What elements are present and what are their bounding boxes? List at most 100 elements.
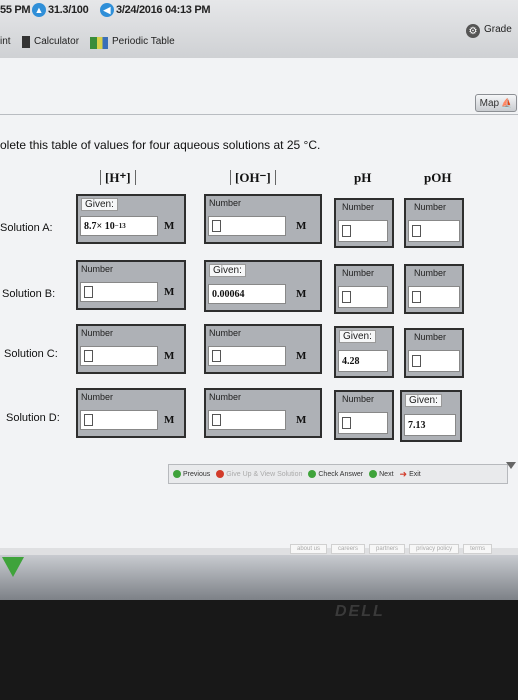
footer-links: about us careers partners privacy policy… — [290, 544, 493, 554]
periodic-table-icon — [90, 37, 108, 49]
given-value-d-poh: 7.13 — [404, 414, 456, 436]
row-label-d: Solution D: — [6, 412, 60, 424]
cell-b-poh: Number — [404, 264, 464, 314]
unit-m: M — [164, 414, 175, 426]
footer-careers[interactable]: careers — [331, 544, 366, 554]
calculator-link[interactable]: Calculator — [34, 36, 79, 47]
number-tag: Number — [414, 332, 447, 342]
input-d-oh[interactable] — [208, 410, 286, 430]
score-text: 31.3/100 — [48, 4, 89, 16]
unit-m: M — [296, 414, 307, 426]
browser-topbar: 55 PM ▲ 31.3/100 ◀ 3/24/2016 04:13 PM in… — [0, 0, 518, 59]
next-button[interactable]: Next — [369, 470, 394, 478]
navigation-bar: Previous Give Up & View Solution Check A… — [168, 464, 508, 484]
number-tag: Number — [342, 268, 375, 278]
footer-about-us[interactable]: about us — [290, 544, 328, 554]
footer-partners[interactable]: partners — [369, 544, 406, 554]
input-a-ph[interactable] — [338, 220, 388, 242]
unit-m: M — [164, 220, 175, 232]
cell-b-oh: Given: 0.00064 M — [204, 260, 322, 312]
input-b-poh[interactable] — [408, 286, 460, 308]
unit-m: M — [164, 350, 175, 362]
print-link[interactable]: int — [0, 36, 11, 47]
check-answer-button[interactable]: Check Answer — [308, 470, 363, 478]
cell-a-oh: Number M — [204, 194, 322, 244]
map-label: Map — [479, 97, 500, 109]
cell-b-h: Number M — [76, 260, 186, 310]
previous-button[interactable]: Previous — [173, 470, 210, 478]
input-c-poh[interactable] — [408, 350, 460, 372]
number-tag: Number — [414, 268, 447, 278]
cell-c-poh: Number — [404, 328, 464, 378]
input-a-oh[interactable] — [208, 216, 286, 236]
number-tag: Number — [342, 202, 375, 212]
given-tag: Given: — [81, 198, 118, 211]
next-icon — [369, 470, 378, 478]
number-tag: Number — [209, 392, 242, 402]
clock-time: 55 PM — [0, 4, 31, 16]
number-tag: Number — [81, 392, 114, 402]
score-icon: ▲ — [32, 3, 46, 17]
bottom-strip — [0, 555, 518, 600]
grade-link[interactable]: Grade — [484, 24, 512, 35]
number-tag: Number — [209, 328, 242, 338]
due-date-text: 3/24/2016 04:13 PM — [116, 4, 211, 16]
divider — [0, 114, 518, 115]
given-tag: Given: — [209, 264, 246, 277]
unit-m: M — [296, 350, 307, 362]
given-value-c-ph: 4.28 — [338, 350, 388, 372]
row-label-b: Solution B: — [2, 288, 56, 300]
unit-m: M — [296, 288, 307, 300]
exit-icon: ➜ — [399, 468, 408, 479]
input-a-poh[interactable] — [408, 220, 460, 242]
give-up-icon — [216, 470, 225, 478]
cell-d-h: Number M — [76, 388, 186, 438]
cell-a-h: Given: 8.7× 10 −13 M — [76, 194, 186, 244]
input-c-oh[interactable] — [208, 346, 286, 366]
input-d-ph[interactable] — [338, 412, 388, 434]
row-label-a: Solution A: — [0, 222, 53, 234]
scroll-down-arrow[interactable] — [506, 462, 516, 469]
given-value-b-oh: 0.00064 — [208, 284, 286, 304]
map-button[interactable]: Map ⛵ — [475, 94, 517, 112]
cell-c-ph: Given: 4.28 — [334, 326, 394, 378]
periodic-table-link[interactable]: Periodic Table — [112, 36, 175, 47]
cell-a-poh: Number — [404, 198, 464, 248]
cell-d-oh: Number M — [204, 388, 322, 438]
unit-m: M — [296, 220, 307, 232]
question-text: olete this table of values for four aque… — [0, 138, 321, 152]
input-d-h[interactable] — [80, 410, 158, 430]
number-tag: Number — [414, 202, 447, 212]
exit-button[interactable]: ➜ Exit — [400, 469, 421, 480]
previous-icon — [173, 470, 181, 478]
grade-icon: ⚙ — [466, 24, 480, 38]
footer-terms[interactable]: terms — [463, 544, 493, 554]
map-icon: ⛵ — [501, 97, 513, 108]
screen: 55 PM ▲ 31.3/100 ◀ 3/24/2016 04:13 PM in… — [0, 0, 518, 600]
number-tag: Number — [81, 328, 114, 338]
given-value-a-h: 8.7× 10 −13 — [80, 216, 158, 236]
number-tag: Number — [209, 198, 242, 208]
input-b-ph[interactable] — [338, 286, 388, 308]
number-tag: Number — [342, 394, 375, 404]
cell-c-h: Number M — [76, 324, 186, 374]
cell-d-ph: Number — [334, 390, 394, 440]
row-label-c: Solution C: — [4, 348, 58, 360]
footer-privacy-policy[interactable]: privacy policy — [409, 544, 460, 554]
given-tag: Given: — [405, 394, 442, 407]
monitor-brand-logo: DELL — [335, 603, 385, 620]
green-triangle-icon — [2, 557, 24, 577]
cell-b-ph: Number — [334, 264, 394, 314]
cell-a-ph: Number — [334, 198, 394, 248]
input-b-h[interactable] — [80, 282, 158, 302]
given-tag: Given: — [339, 330, 376, 343]
number-tag: Number — [81, 264, 114, 274]
col-header-poh: pOH — [424, 170, 452, 185]
cell-d-poh: Given: 7.13 — [400, 390, 462, 442]
input-c-h[interactable] — [80, 346, 158, 366]
check-icon — [308, 470, 317, 478]
col-header-h: [H⁺] — [100, 170, 136, 186]
give-up-button[interactable]: Give Up & View Solution — [216, 470, 302, 478]
calculator-icon — [22, 36, 30, 48]
unit-m: M — [164, 286, 175, 298]
